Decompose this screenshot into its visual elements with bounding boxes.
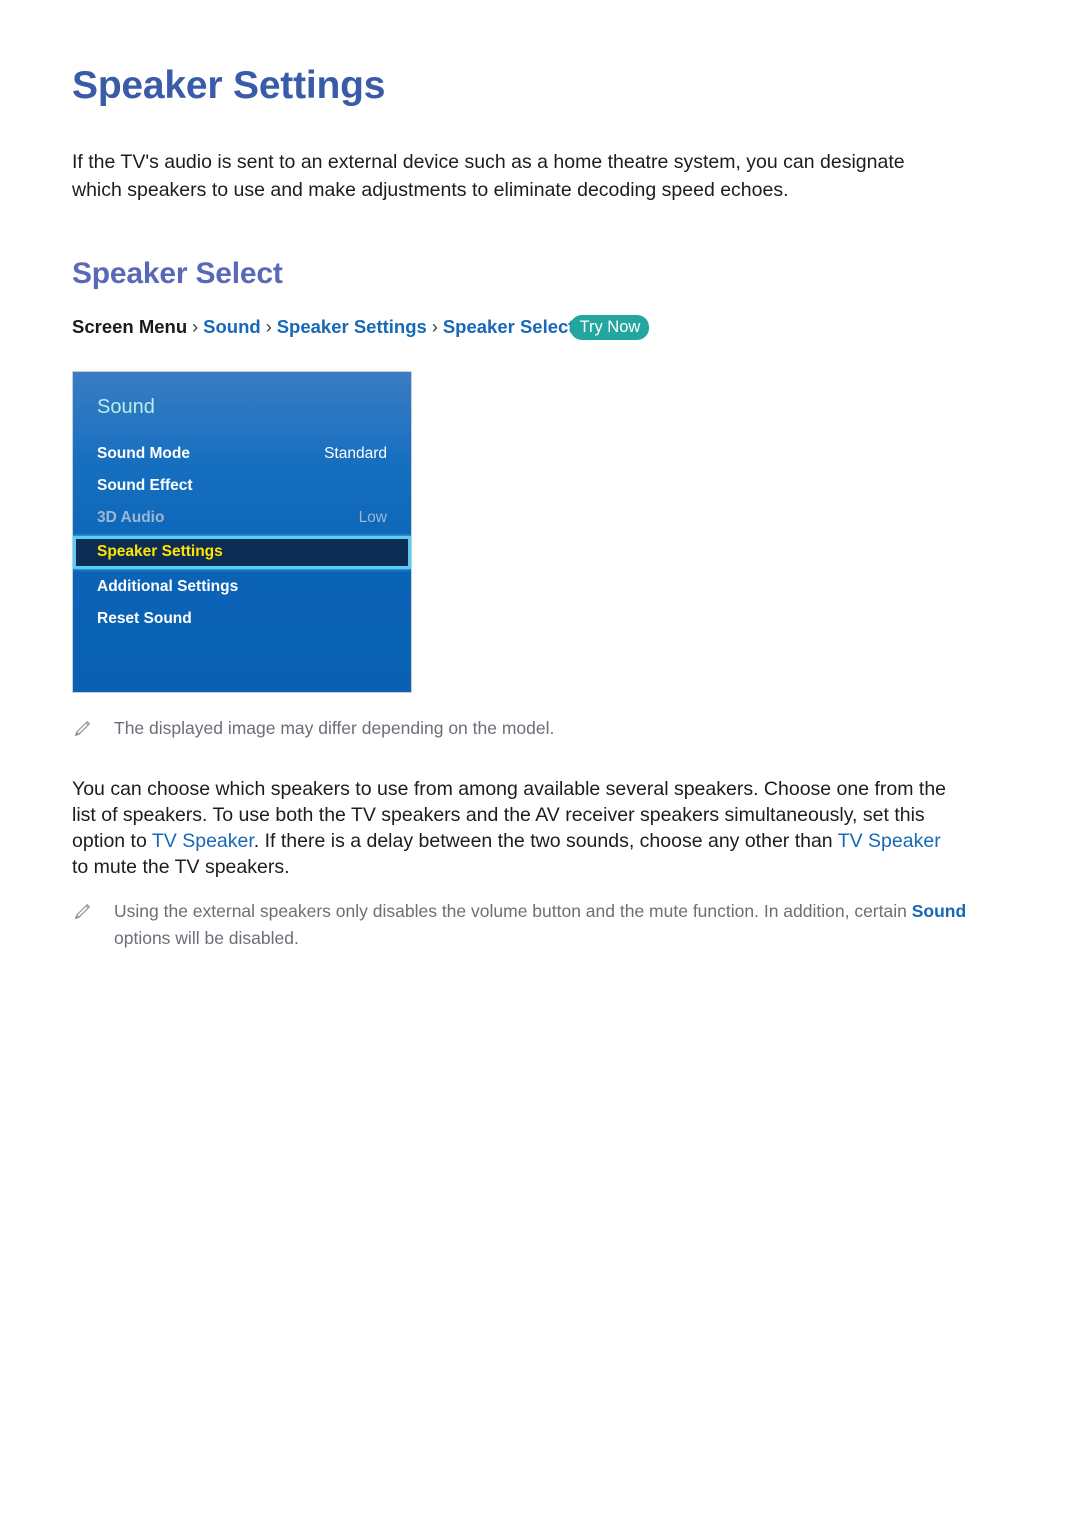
intro-paragraph: If the TV's audio is sent to an external… (72, 110, 956, 204)
breadcrumb-item-speaker-select[interactable]: Speaker Select (443, 316, 575, 337)
tv-menu-item-label: Sound Mode (97, 444, 190, 462)
body-line-4: to mute the TV speakers. (72, 855, 290, 878)
intro-line-1: If the TV's audio is sent to an external… (72, 151, 905, 173)
breadcrumb-separator-icon: › (265, 317, 272, 337)
page-title: Speaker Settings (72, 64, 386, 107)
note-link-sound[interactable]: Sound (912, 901, 966, 921)
note-external-speakers: Using the external speakers only disable… (72, 880, 982, 952)
body-paragraph: You can choose which speakers to use fro… (72, 744, 992, 880)
tv-menu-item-sound-mode[interactable]: Sound Mode Standard (73, 438, 411, 470)
tv-menu-selection-highlight: Speaker Settings (73, 535, 411, 569)
note-image-disclaimer: The displayed image may differ depending… (72, 693, 982, 744)
body-line-1: You can choose which speakers to use fro… (72, 777, 947, 800)
tv-menu-item-label: 3D Audio (97, 508, 165, 526)
breadcrumb-separator-icon: › (192, 317, 199, 337)
document-page: Speaker Settings If the TV's audio is se… (0, 0, 1080, 1527)
tv-menu-item-3d-audio: 3D Audio Low (73, 502, 411, 534)
tv-menu-item-additional-settings[interactable]: Additional Settings (73, 571, 411, 603)
pencil-icon (72, 898, 94, 927)
tv-menu-item-value: Standard (324, 444, 387, 462)
body-line-3-prefix: option to (72, 829, 152, 852)
tv-menu-item-reset-sound[interactable]: Reset Sound (73, 603, 411, 635)
tv-menu-item-value: Low (358, 508, 387, 526)
note-text: Using the external speakers only disable… (114, 898, 982, 952)
tv-menu-item-speaker-settings[interactable]: Speaker Settings (73, 535, 411, 569)
body-line-2: list of speakers. To use both the TV spe… (72, 803, 925, 826)
body-link-tv-speaker-1[interactable]: TV Speaker (152, 830, 254, 852)
breadcrumb: Screen Menu › Sound › Speaker Settings › Speak… (72, 292, 1008, 341)
body-line-3-middle: . If there is a delay between the two so… (253, 829, 838, 852)
section-heading-speaker-select: Speaker Select (72, 257, 283, 290)
tv-menu-rows: Sound Mode Standard Sound Effect 3D Audi… (73, 438, 411, 635)
tv-menu-item-label: Speaker Settings (97, 543, 223, 561)
tv-menu-item-sound-effect[interactable]: Sound Effect (73, 470, 411, 502)
tv-menu-item-label: Additional Settings (97, 577, 239, 595)
tv-menu-title: Sound (97, 395, 155, 418)
try-now-badge[interactable]: Try Now (570, 314, 650, 340)
intro-line-2: which speakers to use and make adjustmen… (72, 179, 789, 201)
note-text-prefix: Using the external speakers only disable… (114, 900, 907, 921)
pencil-icon (72, 715, 94, 744)
note-text: The displayed image may differ depending… (114, 717, 555, 738)
tv-menu-item-label: Sound Effect (97, 476, 193, 494)
tv-sound-menu-screenshot: Sound Sound Mode Standard Sound Effect 3… (72, 370, 412, 693)
body-link-tv-speaker-2[interactable]: TV Speaker (838, 830, 941, 852)
breadcrumb-root: Screen Menu (72, 316, 188, 337)
breadcrumb-item-sound[interactable]: Sound (203, 316, 261, 337)
body-line-3: option to TV Speaker. If there is a dela… (72, 828, 992, 854)
breadcrumb-separator-icon: › (431, 317, 438, 337)
tv-menu-item-label: Reset Sound (97, 609, 192, 627)
breadcrumb-item-speaker-settings[interactable]: Speaker Settings (277, 316, 427, 337)
note-text-suffix: options will be disabled. (114, 927, 299, 948)
